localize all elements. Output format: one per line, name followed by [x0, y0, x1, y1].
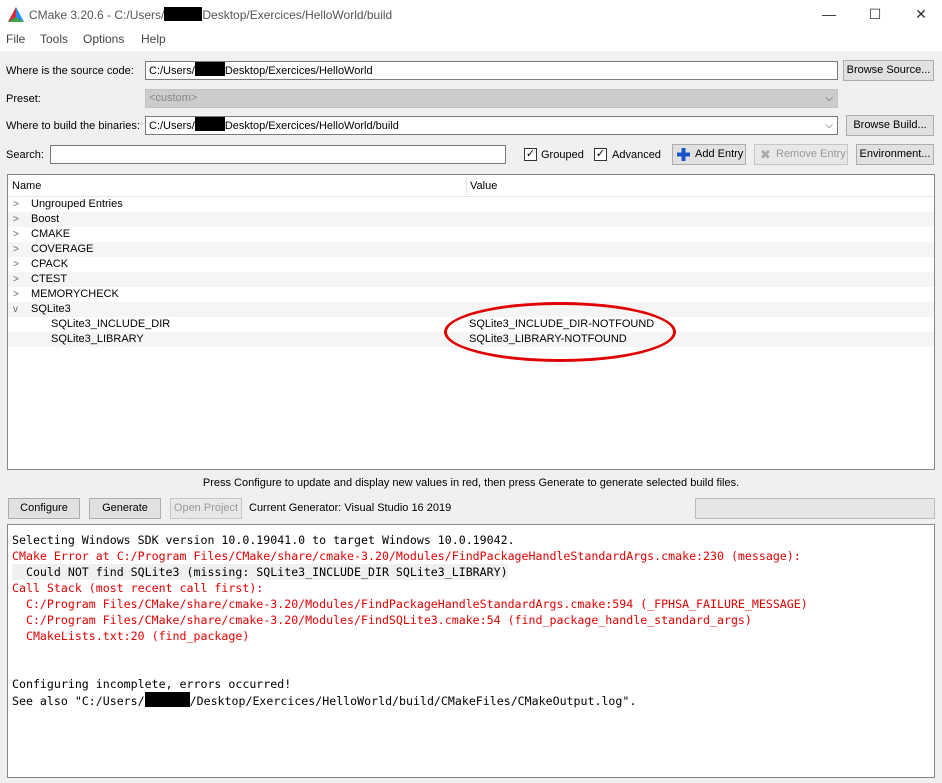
chevron-right-icon[interactable]: >	[13, 197, 23, 212]
remove-x-icon: ✖	[760, 147, 771, 162]
entry-name: SQLite3_LIBRARY	[51, 333, 144, 345]
redacted-username	[194, 117, 225, 131]
log-line: Selecting Windows SDK version 10.0.19041…	[12, 533, 515, 547]
group-name: CPACK	[31, 258, 69, 270]
log-line-error: Call Stack (most recent call first):	[12, 581, 264, 595]
advanced-checkbox[interactable]: ✓	[594, 148, 607, 161]
add-entry-button[interactable]: Add Entry	[672, 144, 746, 165]
log-line-error: C:/Program Files/CMake/share/cmake-3.20/…	[12, 597, 808, 611]
tree-group-row[interactable]: > Boost	[8, 212, 934, 227]
column-name-header[interactable]: Name	[12, 180, 41, 192]
generate-button[interactable]: Generate	[89, 498, 161, 519]
chevron-down-icon: ⌵	[825, 93, 833, 104]
log-line: See also "C:/Users//Desktop/Exercices/He…	[12, 692, 637, 708]
log-line: Configuring incomplete, errors occurred!	[12, 677, 292, 691]
environment-button[interactable]: Environment...	[856, 144, 934, 165]
output-log[interactable]: Selecting Windows SDK version 10.0.19041…	[7, 524, 935, 778]
tree-group-row[interactable]: > COVERAGE	[8, 242, 934, 257]
chevron-right-icon[interactable]: >	[13, 242, 23, 257]
chevron-right-icon[interactable]: >	[13, 287, 23, 302]
group-name: SQLite3	[31, 303, 71, 315]
menu-help[interactable]: Help	[141, 32, 166, 46]
cmake-logo-icon	[8, 7, 24, 22]
menu-file[interactable]: File	[6, 32, 25, 46]
progress-bar	[695, 498, 935, 519]
chevron-right-icon[interactable]: >	[13, 257, 23, 272]
entry-name: SQLite3_INCLUDE_DIR	[51, 318, 171, 330]
tree-group-row[interactable]: > CMAKE	[8, 227, 934, 242]
menu-bar: File Tools Options Help	[0, 29, 942, 51]
title-bar: CMake 3.20.6 - C:/Users/Desktop/Exercice…	[0, 0, 942, 29]
window-title: CMake 3.20.6 - C:/Users/Desktop/Exercice…	[29, 7, 393, 22]
source-label: Where is the source code:	[6, 65, 134, 77]
configure-button[interactable]: Configure	[8, 498, 80, 519]
plus-icon	[677, 148, 690, 161]
column-divider[interactable]	[466, 177, 467, 195]
remove-entry-label: Remove Entry	[776, 148, 846, 160]
build-label: Where to build the binaries:	[6, 120, 140, 132]
menu-options[interactable]: Options	[83, 32, 124, 46]
grouped-checkbox[interactable]: ✓	[524, 148, 537, 161]
group-name: CMAKE	[31, 228, 71, 240]
close-button[interactable]: ✕	[898, 0, 942, 29]
chevron-down-icon[interactable]: ⌵	[825, 117, 833, 134]
annotation-ellipse	[444, 302, 676, 362]
chevron-right-icon[interactable]: >	[13, 212, 23, 227]
chevron-right-icon[interactable]: >	[13, 272, 23, 287]
redacted-username	[194, 62, 225, 76]
add-entry-label: Add Entry	[695, 148, 744, 160]
tree-header: Name Value	[8, 175, 934, 197]
tree-group-row[interactable]: > MEMORYCHECK	[8, 287, 934, 302]
tree-group-row[interactable]: > CPACK	[8, 257, 934, 272]
log-line-highlight: Could NOT find SQLite3 (missing: SQLite3…	[12, 564, 508, 580]
open-project-button[interactable]: Open Project	[170, 498, 242, 519]
log-line-error: CMake Error at C:/Program Files/CMake/sh…	[12, 549, 801, 563]
group-name: MEMORYCHECK	[31, 288, 119, 300]
advanced-label: Advanced	[612, 149, 661, 161]
preset-label: Preset:	[6, 93, 41, 105]
group-name: COVERAGE	[31, 243, 94, 255]
redacted-username	[164, 7, 203, 21]
group-name: CTEST	[31, 273, 68, 285]
group-name: Boost	[31, 213, 60, 225]
source-path-field[interactable]: C:/Users/Desktop/Exercices/HelloWorld	[145, 61, 838, 80]
remove-entry-button[interactable]: ✖ Remove Entry	[754, 144, 848, 165]
group-name: Ungrouped Entries	[31, 198, 123, 210]
log-line-error: C:/Program Files/CMake/share/cmake-3.20/…	[12, 613, 752, 627]
tree-group-row[interactable]: > CTEST	[8, 272, 934, 287]
search-input[interactable]	[50, 145, 506, 164]
minimize-button[interactable]: —	[806, 0, 852, 29]
chevron-right-icon[interactable]: >	[13, 227, 23, 242]
column-value-header[interactable]: Value	[470, 180, 497, 192]
chevron-down-icon[interactable]: v	[13, 302, 23, 317]
browse-build-button[interactable]: Browse Build...	[846, 115, 934, 136]
preset-dropdown[interactable]: <custom> ⌵	[145, 89, 838, 108]
log-line-error: CMakeLists.txt:20 (find_package)	[12, 629, 250, 643]
tree-group-row[interactable]: > Ungrouped Entries	[8, 197, 934, 212]
maximize-button[interactable]: ☐	[852, 0, 898, 29]
menu-tools[interactable]: Tools	[40, 32, 68, 46]
browse-source-button[interactable]: Browse Source...	[843, 60, 934, 81]
current-generator-label: Current Generator: Visual Studio 16 2019	[249, 502, 452, 514]
configure-hint: Press Configure to update and display ne…	[202, 477, 740, 489]
build-path-field[interactable]: C:/Users/Desktop/Exercices/HelloWorld/bu…	[145, 116, 838, 135]
redacted-username	[144, 692, 190, 707]
grouped-label: Grouped	[541, 149, 584, 161]
search-label: Search:	[6, 149, 44, 161]
